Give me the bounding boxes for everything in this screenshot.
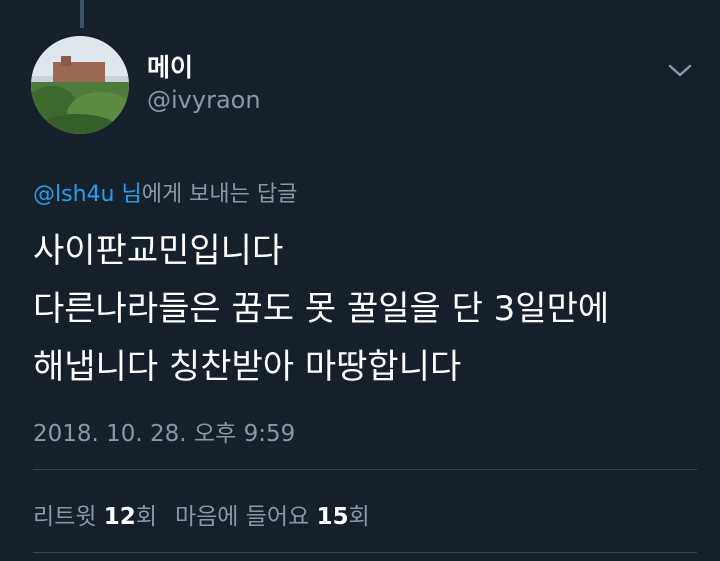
divider bbox=[33, 552, 697, 553]
chevron-down-icon bbox=[668, 64, 692, 77]
divider bbox=[33, 469, 697, 470]
likes-unit: 회 bbox=[348, 504, 370, 530]
user-handle[interactable]: @ivyraon bbox=[147, 86, 261, 114]
retweets-stat[interactable]: 리트윗 12회 bbox=[33, 504, 157, 530]
thread-connector-line bbox=[80, 0, 84, 28]
tweet-timestamp[interactable]: 2018. 10. 28. 오후 9:59 bbox=[33, 414, 295, 448]
avatar-photo-icon bbox=[31, 36, 129, 134]
tweet-line: 다른나라들은 꿈도 못 꿀일을 단 3일만에 bbox=[33, 289, 610, 329]
tweet-line: 사이판교민입니다 bbox=[33, 231, 284, 271]
display-name[interactable]: 메이 bbox=[147, 48, 193, 84]
retweets-count: 12 bbox=[103, 504, 136, 530]
more-options-button[interactable] bbox=[666, 58, 694, 82]
likes-count: 15 bbox=[316, 504, 349, 530]
likes-stat[interactable]: 마음에 들어요 15회 bbox=[175, 504, 370, 530]
reply-context: @lsh4u 님에게 보내는 답글 bbox=[33, 176, 297, 208]
likes-label: 마음에 들어요 bbox=[174, 504, 310, 530]
reply-mention-link[interactable]: @lsh4u 님 bbox=[33, 182, 142, 207]
reply-suffix: 에게 보내는 답글 bbox=[141, 182, 298, 207]
avatar[interactable] bbox=[31, 36, 129, 134]
retweets-label: 리트윗 bbox=[33, 504, 97, 530]
tweet-line: 해냅니다 칭찬받아 마땅합니다 bbox=[33, 347, 462, 387]
retweets-unit: 회 bbox=[135, 504, 157, 530]
tweet-text: 사이판교민입니다 다른나라들은 꿈도 못 꿀일을 단 3일만에 해냅니다 칭찬받… bbox=[33, 222, 703, 396]
engagement-stats: 리트윗 12회 마음에 들어요 15회 bbox=[33, 497, 370, 531]
